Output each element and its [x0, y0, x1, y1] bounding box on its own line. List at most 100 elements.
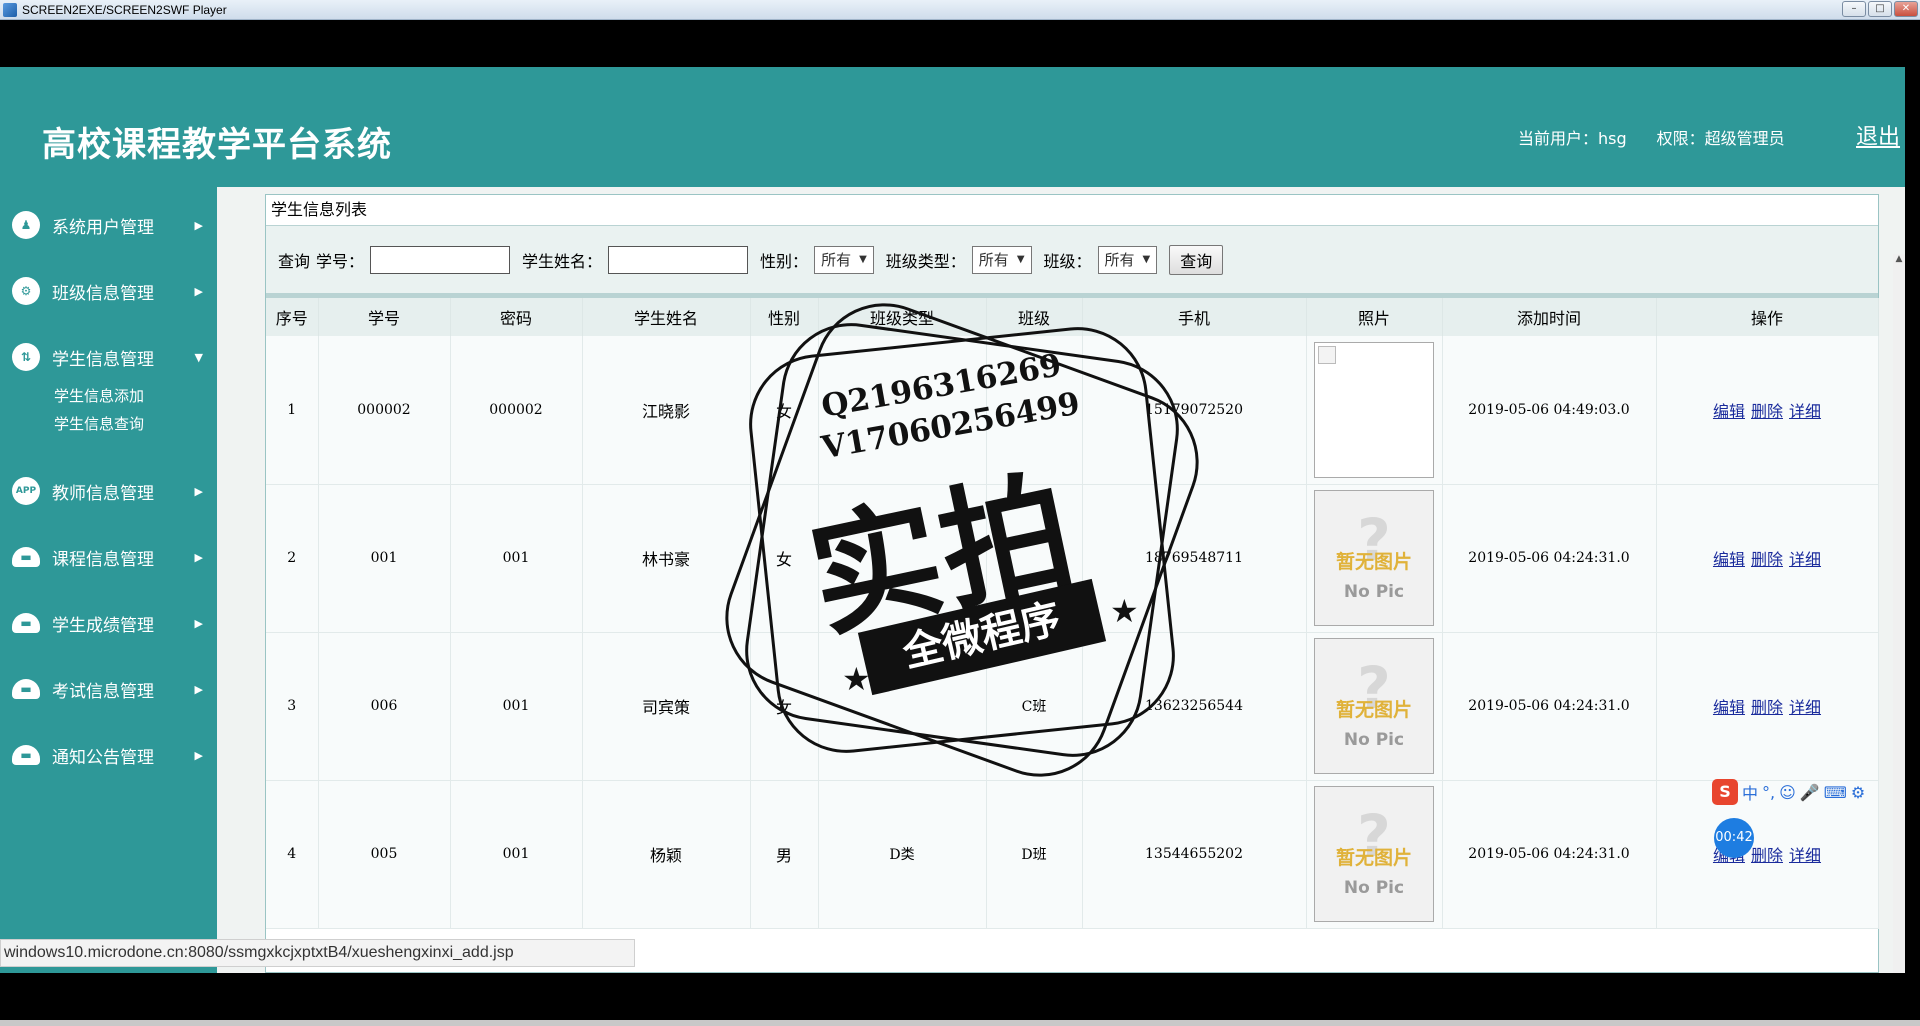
sidebar-item-label: 学生成绩管理	[52, 615, 154, 636]
user-gear-icon: ⚙	[12, 277, 40, 305]
ime-toolbar[interactable]: S 中 °, ☺ 🎤 ⌨ ⚙	[1712, 779, 1920, 805]
student-name-input[interactable]	[608, 245, 749, 274]
settings-icon[interactable]: ⚙	[1851, 783, 1865, 802]
app: 高校课程教学平台系统 当前用户：hsg 权限：超级管理员 退出 ♟ 系统用户管理…	[0, 67, 1905, 973]
current-user: 当前用户：hsg	[1518, 129, 1627, 148]
edit-link[interactable]: 编辑	[1713, 402, 1745, 421]
cell-class	[986, 336, 1083, 485]
column-header: 学生姓名	[582, 298, 751, 336]
cell-actions: 编辑删除详细	[1656, 484, 1879, 633]
class-select[interactable]: 所有 ▼	[1097, 245, 1158, 274]
cell-class-type	[818, 484, 987, 633]
photo-thumbnail[interactable]	[1314, 341, 1434, 478]
delete-link[interactable]: 删除	[1751, 698, 1783, 717]
sidebar-item-grades[interactable]: ▬ 学生成绩管理 ▶	[0, 603, 217, 643]
column-header: 添加时间	[1442, 298, 1657, 336]
player-app-icon	[3, 2, 17, 17]
sidebar-item-system-users[interactable]: ♟ 系统用户管理 ▶	[0, 205, 217, 245]
sidebar-item-teacher-info[interactable]: APP 教师信息管理 ▶	[0, 471, 217, 511]
cell-class-type: D类	[818, 780, 987, 929]
scroll-up-arrow-icon[interactable]: ▲	[1893, 254, 1905, 264]
cell-password: 001	[450, 780, 583, 929]
detail-link[interactable]: 详细	[1789, 402, 1821, 421]
detail-link[interactable]: 详细	[1789, 698, 1821, 717]
permission-label: 权限：超级管理员	[1656, 129, 1785, 148]
cell-sex: 女	[750, 484, 819, 633]
sex-select[interactable]: 所有 ▼	[814, 245, 874, 274]
sidebar: ♟ 系统用户管理 ▶ ⚙ 班级信息管理 ▶ ⇅ 学生信息管理 ▼ 学生信息添加 …	[0, 187, 217, 973]
query-button[interactable]: 查询	[1169, 244, 1224, 275]
sidebar-subitem-student-add[interactable]: 学生信息添加	[54, 385, 144, 406]
close-button[interactable]: ✕	[1894, 1, 1918, 17]
class-select-value: 所有	[1104, 251, 1135, 269]
student-no-label: 学号：	[316, 251, 365, 271]
sidebar-item-label: 系统用户管理	[52, 217, 154, 238]
class-type-label: 班级类型：	[885, 251, 966, 271]
table-row: 4 005 001 杨颖 男 D类 D班 13544655202 ? 暂无图片	[266, 780, 1879, 929]
student-no-input[interactable]	[370, 245, 511, 274]
delete-link[interactable]: 删除	[1751, 550, 1783, 569]
detail-link[interactable]: 详细	[1789, 846, 1821, 865]
column-header: 性别	[750, 298, 819, 336]
no-picture-placeholder[interactable]: ? 暂无图片 No Pic	[1314, 490, 1434, 626]
cell-phone: 13544655202	[1082, 780, 1307, 929]
detail-link[interactable]: 详细	[1789, 550, 1821, 569]
caret-right-icon: ▶	[194, 484, 203, 498]
cell-photo	[1306, 336, 1443, 485]
window-controls: – □ ✕	[1842, 1, 1918, 17]
caret-down-icon: ▼	[194, 350, 203, 364]
table-row: 1 000002 000002 江晓影 女 15179072520 2019-0…	[266, 336, 1879, 485]
edit-link[interactable]: 编辑	[1713, 550, 1745, 569]
sidebar-item-course-info[interactable]: ▬ 课程信息管理 ▶	[0, 537, 217, 577]
column-header: 密码	[450, 298, 583, 336]
logout-link[interactable]: 退出	[1856, 119, 1900, 151]
cell-no: 1	[266, 336, 319, 485]
sidebar-item-exam-info[interactable]: ▬ 考试信息管理 ▶	[0, 669, 217, 709]
ime-mode-toggle[interactable]: 中	[1742, 780, 1758, 804]
student-list-panel: 学生信息列表 查询 学号： 学生姓名： 性别： 所有 ▼ 班级类型： 所有 ▼ …	[265, 194, 1879, 973]
no-picture-placeholder[interactable]: ? 暂无图片 No Pic	[1314, 786, 1434, 922]
delete-link[interactable]: 删除	[1751, 402, 1783, 421]
cell-name: 司宾策	[582, 632, 751, 781]
sidebar-item-label: 学生信息管理	[52, 349, 154, 370]
cell-actions: 编辑删除详细	[1656, 632, 1879, 781]
microphone-icon[interactable]: 🎤	[1800, 783, 1820, 802]
column-header: 照片	[1306, 298, 1443, 336]
cell-photo: ? 暂无图片 No Pic	[1306, 632, 1443, 781]
restore-button[interactable]: □	[1868, 1, 1892, 17]
cell-class: C班	[986, 632, 1083, 781]
panel-title: 学生信息列表	[266, 195, 1878, 226]
content-area: 学生信息列表 查询 学号： 学生姓名： 性别： 所有 ▼ 班级类型： 所有 ▼ …	[217, 187, 1905, 973]
sidebar-item-notices[interactable]: ▬ 通知公告管理 ▶	[0, 735, 217, 775]
query-label: 查询	[278, 251, 311, 271]
recording-timer: 00:42	[1714, 818, 1754, 858]
cell-student-no: 000002	[318, 336, 451, 485]
minimize-button[interactable]: –	[1842, 1, 1866, 17]
student-table: 序号 学号 密码 学生姓名 性别 班级类型 班级 手机 照片 添加时间 操作 1…	[266, 298, 1879, 929]
cell-added: 2019-05-06 04:24:31.0	[1442, 780, 1657, 929]
class-type-select[interactable]: 所有 ▼	[971, 245, 1032, 274]
cloud-icon: ▬	[12, 547, 40, 567]
cell-student-no: 001	[318, 484, 451, 633]
sidebar-item-class-info[interactable]: ⚙ 班级信息管理 ▶	[0, 271, 217, 311]
cell-added: 2019-05-06 04:49:03.0	[1442, 336, 1657, 485]
vertical-scrollbar[interactable]: ▲	[1893, 254, 1905, 973]
keyboard-icon[interactable]: ⌨	[1824, 783, 1847, 802]
search-bar: 查询 学号： 学生姓名： 性别： 所有 ▼ 班级类型： 所有 ▼ 班级： 所有	[266, 226, 1878, 298]
column-header: 班级	[986, 298, 1083, 336]
cell-class-type	[818, 632, 987, 781]
sidebar-subitem-student-query[interactable]: 学生信息查询	[54, 413, 144, 434]
no-picture-english: No Pic	[1343, 729, 1405, 750]
sogou-ime-icon[interactable]: S	[1712, 779, 1738, 805]
column-header: 班级类型	[818, 298, 987, 336]
no-picture-placeholder[interactable]: ? 暂无图片 No Pic	[1314, 638, 1434, 774]
status-bar-url: windows10.microdone.cn:8080/ssmgxkcjxptx…	[0, 939, 635, 967]
emoji-icon[interactable]: ☺	[1779, 783, 1796, 802]
cell-sex: 女	[750, 336, 819, 485]
column-header: 学号	[318, 298, 451, 336]
delete-link[interactable]: 删除	[1751, 846, 1783, 865]
edit-link[interactable]: 编辑	[1713, 698, 1745, 717]
sidebar-item-student-info[interactable]: ⇅ 学生信息管理 ▼	[0, 337, 217, 377]
cell-password: 001	[450, 484, 583, 633]
ime-punct-toggle[interactable]: °,	[1762, 783, 1775, 802]
